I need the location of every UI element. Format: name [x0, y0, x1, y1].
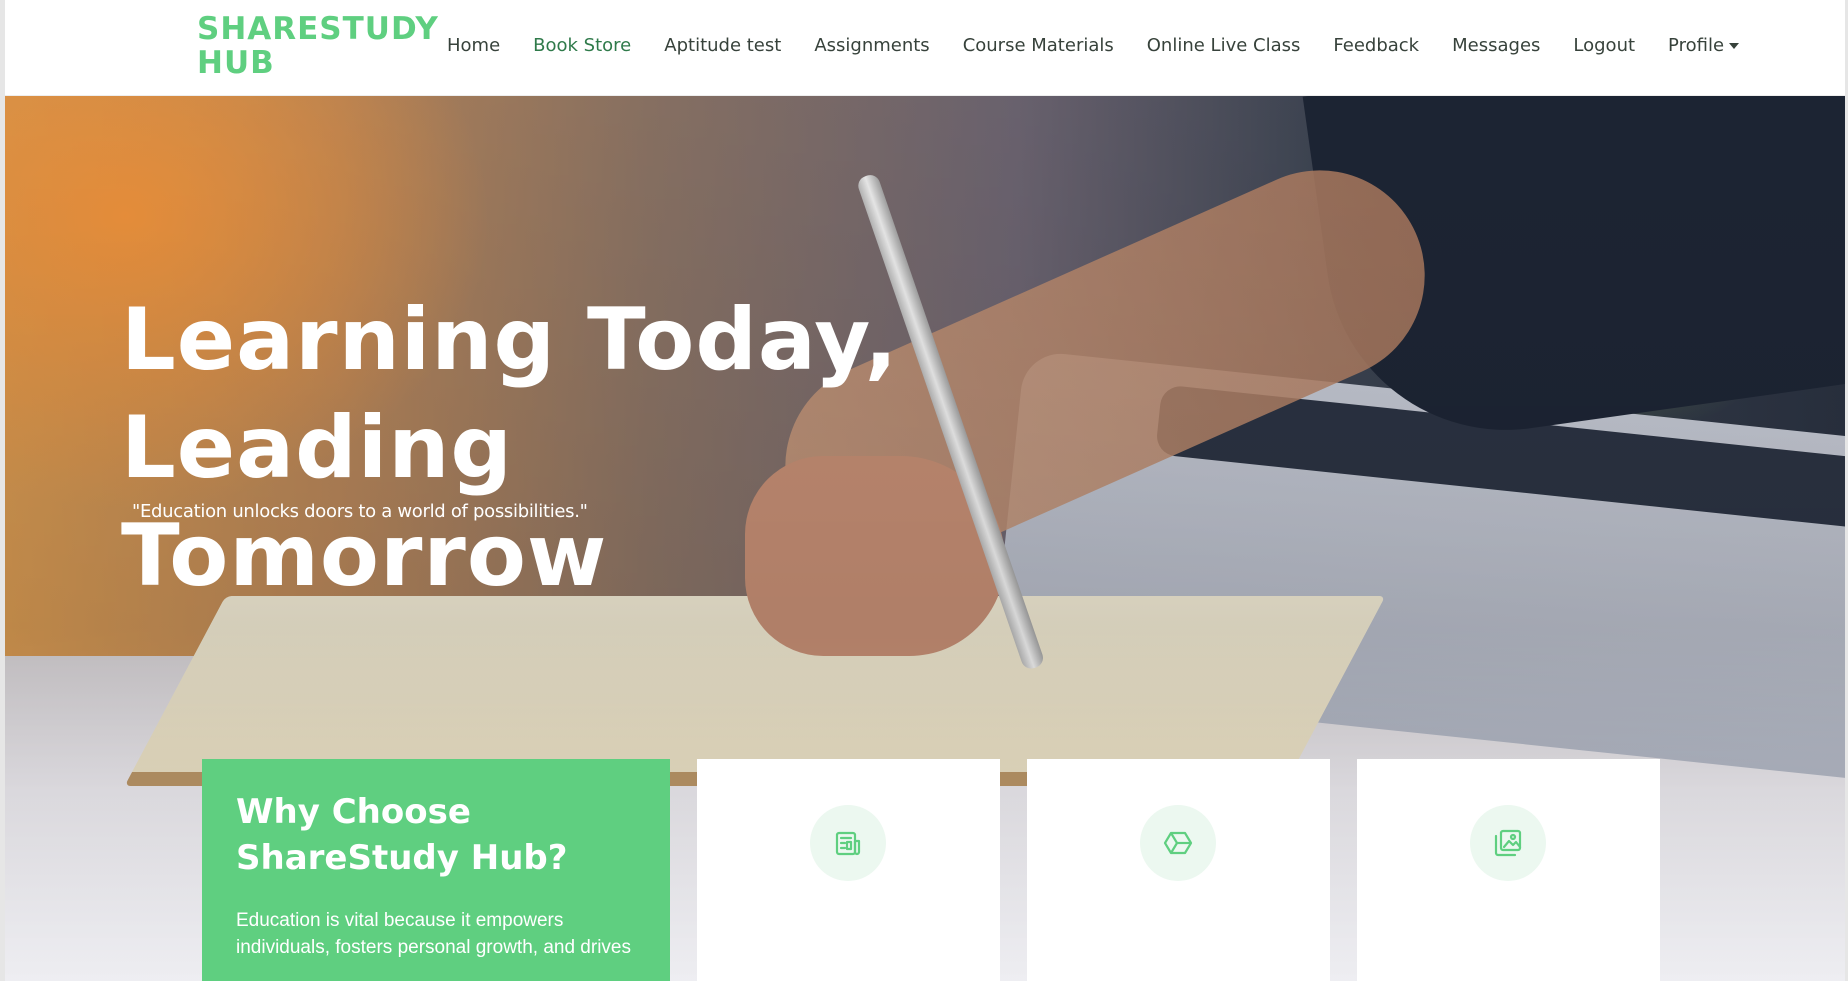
- caret-down-icon: [1729, 43, 1740, 49]
- why-title: Why Choose ShareStudy Hub?: [236, 792, 568, 878]
- nav-profile-dropdown[interactable]: Profile: [1668, 34, 1740, 56]
- receipt-icon: [810, 805, 886, 881]
- cube-icon: [1140, 805, 1216, 881]
- site-header: SHARESTUDY HUB Home Book Store Aptitude …: [5, 0, 1845, 96]
- nav-home[interactable]: Home: [447, 35, 500, 56]
- nav-assignments[interactable]: Assignments: [814, 35, 929, 56]
- images-icon: [1470, 805, 1546, 881]
- nav-logout[interactable]: Logout: [1573, 35, 1635, 56]
- nav-messages[interactable]: Messages: [1452, 35, 1540, 56]
- feature-card-3[interactable]: [1357, 759, 1660, 981]
- hero-title: Learning Today, Leading Tomorrow: [121, 286, 1021, 610]
- feature-card-1[interactable]: [697, 759, 1000, 981]
- nav-feedback[interactable]: Feedback: [1333, 35, 1419, 56]
- why-choose-box: Why Choose ShareStudy Hub? Education is …: [202, 759, 670, 981]
- nav-online-live-class[interactable]: Online Live Class: [1147, 35, 1301, 56]
- brand-logo[interactable]: SHARESTUDY HUB: [197, 12, 438, 80]
- nav-course-materials[interactable]: Course Materials: [963, 35, 1114, 56]
- main-nav: Home Book Store Aptitude test Assignment…: [447, 0, 1772, 90]
- nav-book-store[interactable]: Book Store: [533, 35, 631, 56]
- nav-profile-label: Profile: [1668, 34, 1725, 56]
- feature-card-2[interactable]: [1027, 759, 1330, 981]
- why-text: Education is vital because it empowers i…: [236, 910, 631, 958]
- hero-title-line-1: Learning Today,: [121, 290, 899, 390]
- hero-quote: "Education unlocks doors to a world of p…: [132, 501, 588, 522]
- page: SHARESTUDY HUB Home Book Store Aptitude …: [0, 0, 1848, 981]
- nav-aptitude-test[interactable]: Aptitude test: [664, 35, 781, 56]
